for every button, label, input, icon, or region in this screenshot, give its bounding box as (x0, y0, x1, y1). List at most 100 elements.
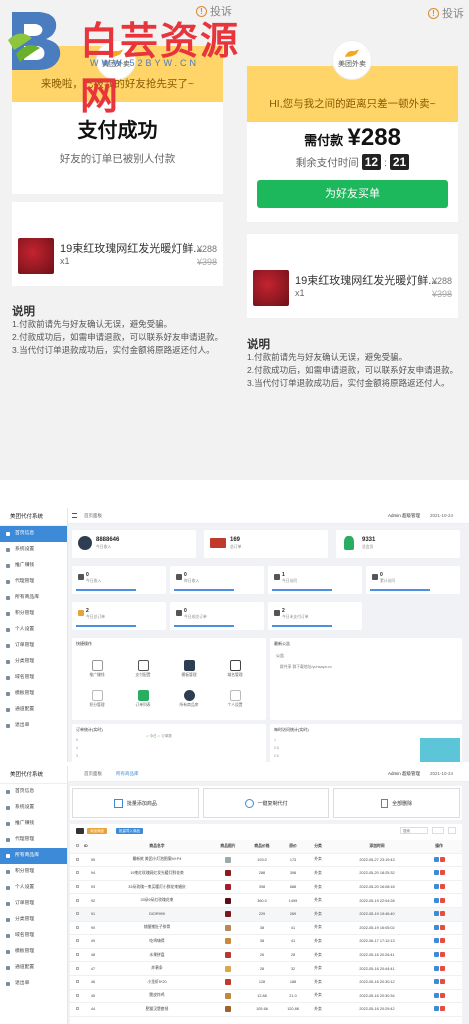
table-row[interactable]: 95 最新款 美团小灯泡图案M+P4 193.0 173 外卖 2022-05-27 23… (70, 853, 462, 868)
delete-icon[interactable] (439, 897, 445, 903)
sidebar-item-orders[interactable]: 订单管理 (0, 638, 67, 654)
delete-icon[interactable] (439, 911, 445, 917)
row-checkbox[interactable] (76, 980, 79, 984)
sidebar-item-categories[interactable]: 分类管理 (0, 912, 67, 928)
delete-icon[interactable] (439, 924, 445, 930)
row-checkbox[interactable] (76, 857, 79, 861)
table-row[interactable]: 49 吃鸡嗨得 38 41 外卖 2022-06-17 17:12:13 (70, 935, 462, 949)
copy-pay-button[interactable]: 一键复制代付 (202, 788, 330, 818)
sidebar-item-logout[interactable]: 退出单 (0, 718, 67, 734)
tab-home[interactable]: 首页面板 (84, 771, 102, 777)
menu-icon[interactable] (72, 513, 77, 518)
row-checkbox[interactable] (76, 871, 79, 875)
sidebar-item-templates[interactable]: 模板管理 (0, 944, 67, 960)
row-checkbox[interactable] (76, 953, 79, 957)
search-input[interactable] (400, 827, 428, 834)
row-checkbox[interactable] (76, 912, 79, 916)
edit-icon[interactable] (433, 856, 439, 862)
sidebar-item-settings[interactable]: 系统设置 (0, 800, 67, 816)
table-row[interactable]: 48 水果拼盘 26 28 外卖 2022-05-16 20:26:41 (70, 948, 462, 963)
delete-icon[interactable] (439, 1006, 445, 1012)
table-row[interactable]: 90 前腿猪肚子排骨 38 41 外卖 2022-05-19 16:05:02 (70, 921, 462, 936)
quick-promo[interactable]: 推广赚钱 (86, 660, 108, 678)
delete-icon[interactable] (439, 884, 445, 890)
table-row[interactable]: 94 19束红玫瑰网红发光暖灯鲜花束 288 398 外卖 2022-05-20 18:2… (70, 867, 462, 881)
delete-icon[interactable] (439, 870, 445, 876)
quick-orders[interactable]: 订单列表 (132, 690, 154, 708)
sidebar-item-home[interactable]: 首页信息 (0, 526, 67, 542)
tab-goods[interactable]: 所有商品库 (116, 771, 139, 777)
sidebar-item-points[interactable]: 积分管理 (0, 864, 67, 880)
batch-add-button[interactable]: 批量添加商品 (72, 788, 199, 818)
quick-goods[interactable]: 所有商品库 (178, 690, 200, 708)
quick-domains[interactable]: 域名管理 (224, 660, 246, 678)
table-row[interactable]: 44 肥猫汉堡套餐 105.66 120.88 外卖 2022-05-16 20:29:4… (70, 1003, 462, 1017)
add-goods-button[interactable]: 添加商品 (87, 828, 107, 834)
edit-icon[interactable] (433, 979, 439, 985)
complain-link-right[interactable]: ! 投诉 (428, 5, 464, 21)
sidebar-item-domains[interactable]: 域名管理 (0, 670, 67, 686)
table-row[interactable]: 45 脆皮炸鸡 12.88 21.0 外卖 2022-05-16 20:30:34 (70, 989, 462, 1004)
delete-icon[interactable] (439, 992, 445, 998)
quick-profile[interactable]: 个人设置 (224, 690, 246, 708)
sidebar-item-goods[interactable]: 所有商品库 (0, 590, 67, 606)
row-checkbox[interactable] (76, 1007, 79, 1011)
sidebar-item-agents[interactable]: 代理管理 (0, 574, 67, 590)
table-row[interactable]: 93 33朵玫瑰一束买暖灯小鲜花束婚庆 398 688 外卖 2022-05-20 16:… (70, 880, 462, 895)
sidebar-item-domains[interactable]: 域名管理 (0, 928, 67, 944)
sidebar-item-profile[interactable]: 个人设置 (0, 880, 67, 896)
quick-points[interactable]: 积分管理 (86, 690, 108, 708)
sidebar-item-goods[interactable]: 所有商品库 (0, 848, 67, 864)
table-row[interactable]: 47 炸薯条 28 32 外卖 2022-05-16 20:44:41 (70, 962, 462, 976)
edit-icon[interactable] (433, 897, 439, 903)
quick-payment[interactable]: 支付配置 (132, 660, 154, 678)
edit-icon[interactable] (433, 938, 439, 944)
sidebar-item-orders[interactable]: 订单管理 (0, 896, 67, 912)
table-row[interactable]: 92 33朵9朵红玫瑰花束 360.0 1499 外卖 2022-05-19 22:04:… (70, 894, 462, 908)
sidebar-item-channels[interactable]: 通道配置 (0, 702, 67, 718)
row-checkbox[interactable] (76, 925, 79, 929)
delete-icon[interactable] (439, 965, 445, 971)
sidebar-item-promo[interactable]: 推广赚钱 (0, 558, 67, 574)
sidebar-item-points[interactable]: 积分管理 (0, 606, 67, 622)
sidebar-item-channels[interactable]: 通道配置 (0, 960, 67, 976)
columns-toggle[interactable] (432, 827, 444, 834)
row-checkbox[interactable] (76, 939, 79, 943)
quick-templates[interactable]: 模板管理 (178, 660, 200, 678)
row-checkbox[interactable] (76, 966, 79, 970)
table-row[interactable]: 46 小龙虾5*20 128 188 外卖 2022-05-16 20:30:12 (70, 975, 462, 990)
edit-icon[interactable] (433, 911, 439, 917)
edit-icon[interactable] (433, 1006, 439, 1012)
sidebar-item-profile[interactable]: 个人设置 (0, 622, 67, 638)
search-icon[interactable] (448, 827, 456, 834)
edit-icon[interactable] (433, 952, 439, 958)
edit-icon[interactable] (433, 924, 439, 930)
delete-icon[interactable] (439, 979, 445, 985)
delete-icon[interactable] (439, 952, 445, 958)
promo-widget[interactable] (420, 738, 460, 762)
sidebar-item-logout[interactable]: 退出单 (0, 976, 67, 992)
refresh-button[interactable] (76, 828, 84, 834)
import-goods-button[interactable]: 批量导入商品 (116, 828, 143, 834)
sidebar-item-agents[interactable]: 代理管理 (0, 832, 67, 848)
delete-all-button[interactable]: 全部删除 (333, 788, 461, 818)
edit-icon[interactable] (433, 992, 439, 998)
edit-icon[interactable] (433, 870, 439, 876)
sidebar-item-promo[interactable]: 推广赚钱 (0, 816, 67, 832)
user-label[interactable]: Admin 超级管理 (388, 513, 420, 519)
row-checkbox[interactable] (76, 898, 79, 902)
sidebar-item-templates[interactable]: 模板管理 (0, 686, 67, 702)
delete-icon[interactable] (439, 938, 445, 944)
tab-home[interactable]: 首页面板 (84, 513, 102, 519)
table-row[interactable]: 91 DIOR999 229 269 外卖 2022-05-19 19:46:40 (70, 907, 462, 922)
delete-icon[interactable] (439, 856, 445, 862)
select-all-checkbox[interactable] (76, 844, 79, 848)
row-checkbox[interactable] (76, 993, 79, 997)
edit-icon[interactable] (433, 884, 439, 890)
row-checkbox[interactable] (76, 885, 79, 889)
user-label[interactable]: Admin 超级管理 (388, 771, 420, 777)
sidebar-item-home[interactable]: 首页信息 (0, 784, 67, 800)
sidebar-item-categories[interactable]: 分类管理 (0, 654, 67, 670)
sidebar-item-settings[interactable]: 系统设置 (0, 542, 67, 558)
pay-for-friend-button[interactable]: 为好友买单 (257, 180, 448, 208)
